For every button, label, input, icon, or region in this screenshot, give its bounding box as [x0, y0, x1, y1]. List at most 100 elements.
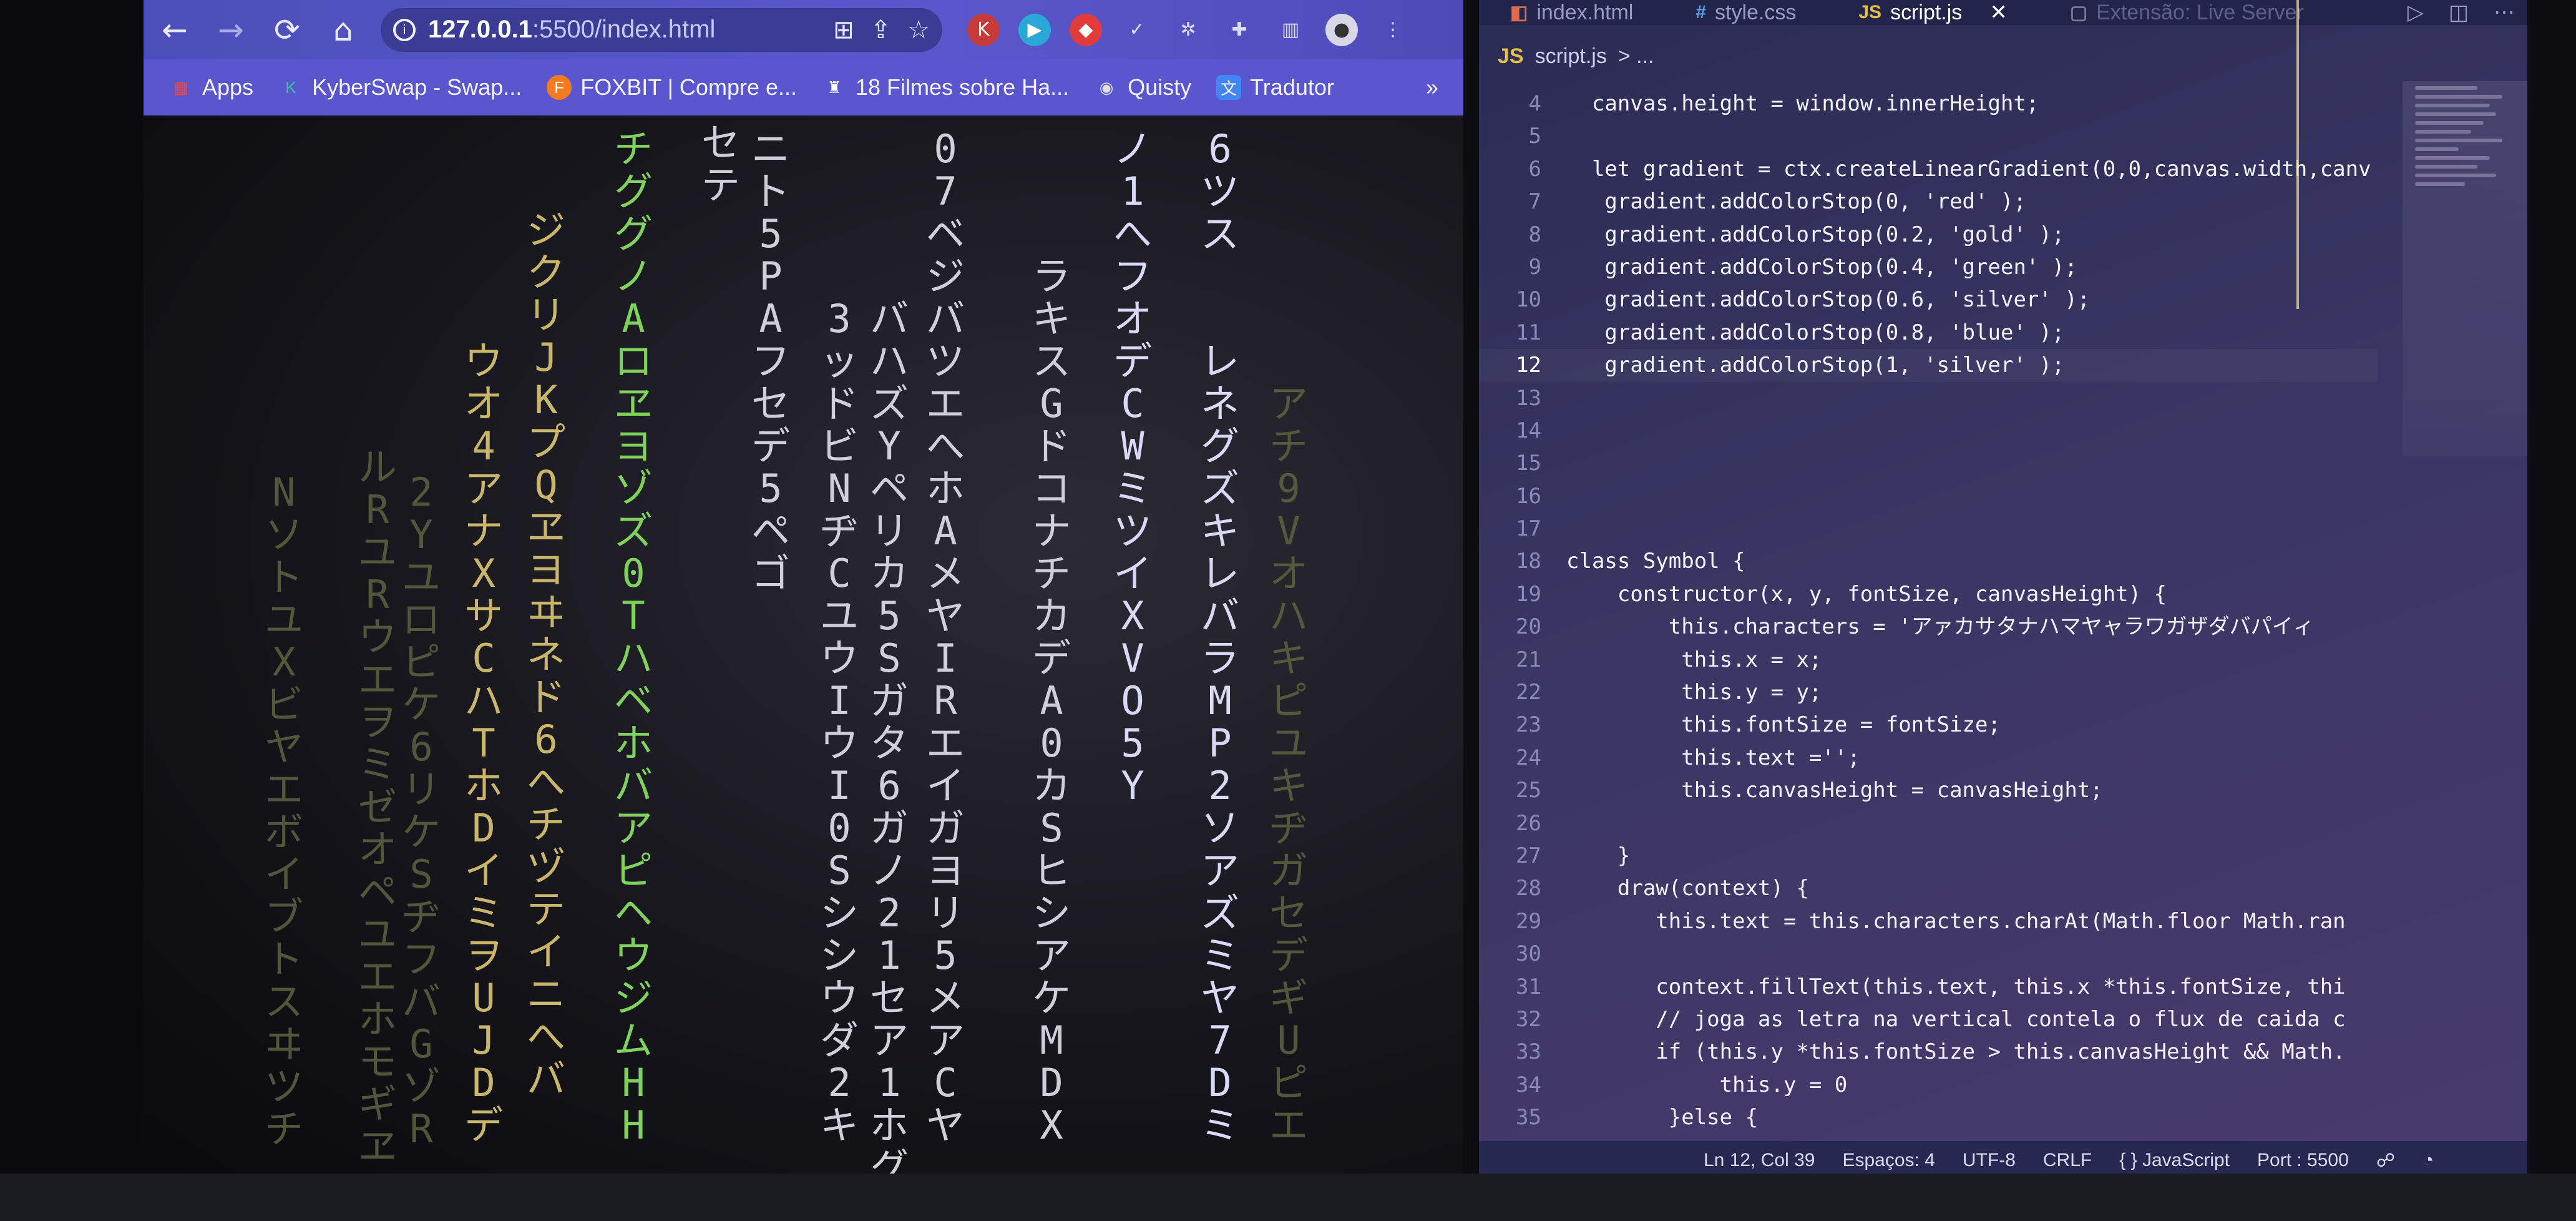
code-line[interactable]: 33 if (this.y *this.fontSize > this.canv… [1479, 1036, 2378, 1068]
breadcrumb-rest[interactable]: > ... [1618, 44, 1654, 69]
extension-shield-icon[interactable]: ◆ [1070, 13, 1102, 46]
run-icon[interactable]: ▷ [2395, 0, 2436, 25]
extension-check-icon[interactable]: ✓ [1121, 14, 1153, 46]
code-line[interactable]: 35 }else { [1479, 1101, 2378, 1134]
line-number: 21 [1516, 647, 1541, 672]
close-tab-icon[interactable]: ✕ [1989, 0, 2008, 25]
site-info-icon[interactable]: i [393, 18, 416, 41]
code-text: } [1566, 843, 1631, 868]
code-line[interactable]: 10 gradient.addColorStop(0.6, 'silver' )… [1479, 283, 2378, 316]
code-line[interactable]: 11 gradient.addColorStop(0.8, 'blue' ); [1479, 316, 2378, 349]
bookmark-apps[interactable]: ▦ Apps [168, 74, 253, 101]
indentation[interactable]: Espaços: 4 [1842, 1150, 1934, 1171]
bookmark-filmes[interactable]: ♜ 18 Filmes sobre Ha... [822, 74, 1069, 101]
bookmark-foxbit[interactable]: F FOXBIT | Compre e... [547, 74, 797, 101]
tab-style-css[interactable]: # style.css [1664, 1, 1827, 25]
apps-grid-icon: ▦ [173, 77, 189, 97]
bookmark-quisty[interactable]: ◉ Quisty [1094, 74, 1191, 101]
code-line[interactable]: 31 context.fillText(this.text, this.x *t… [1479, 971, 2378, 1003]
code-line[interactable]: 21 this.x = x; [1479, 644, 2378, 676]
profile-avatar[interactable]: ● [1325, 13, 1358, 46]
breadcrumb-file[interactable]: script.js [1535, 44, 1607, 69]
extensions-puzzle-icon[interactable]: ✚ [1223, 14, 1256, 46]
code-line[interactable]: 19 constructor(x, y, fontSize, canvasHei… [1479, 578, 2378, 610]
line-number: 25 [1516, 778, 1541, 803]
code-line[interactable]: 28 draw(context) { [1479, 872, 2378, 905]
code-line[interactable]: 14 [1479, 414, 2378, 447]
bookmark-kyberswap[interactable]: K KyberSwap - Swap... [278, 74, 522, 101]
translate-page-icon[interactable]: ⊞ [833, 16, 854, 44]
code-line[interactable]: 8 gradient.addColorStop(0.2, 'gold' ); [1479, 218, 2378, 251]
code-line[interactable]: 27 } [1479, 840, 2378, 872]
code-line[interactable]: 13 [1479, 382, 2378, 414]
code-line[interactable]: 30 [1479, 938, 2378, 970]
language-mode[interactable]: { } JavaScript [2119, 1150, 2230, 1171]
code-line[interactable]: 20 this.characters = 'アァカサタナハマヤャラワガザダバパイ… [1479, 610, 2378, 643]
notifications-bell-icon[interactable]: ◔ [2422, 1150, 2434, 1171]
code-line[interactable]: 34 this.y = 0 [1479, 1069, 2378, 1101]
code-line[interactable]: 6 let gradient = ctx.createLinearGradien… [1479, 153, 2378, 185]
code-line[interactable]: 23 this.fontSize = fontSize; [1479, 709, 2378, 741]
line-endings[interactable]: CRLF [2043, 1150, 2092, 1171]
code-line[interactable]: 26 [1479, 807, 2378, 840]
code-line[interactable]: 24 this.text =''; [1479, 742, 2378, 774]
code-line[interactable]: 9 gradient.addColorStop(0.4, 'green' ); [1479, 251, 2378, 283]
extension-k-icon[interactable]: K [967, 13, 1000, 46]
bookmark-star-icon[interactable]: ☆ [907, 16, 930, 44]
feedback-icon[interactable]: ☍ [2376, 1150, 2395, 1172]
code-line[interactable]: 18 class Symbol { [1479, 545, 2378, 577]
back-arrow-icon[interactable]: ← [150, 5, 200, 55]
extension-play-icon[interactable]: ▶ [1018, 13, 1051, 46]
line-number: 6 [1528, 156, 1541, 182]
extension-gear-icon[interactable]: ✲ [1172, 14, 1204, 46]
minimap[interactable] [2403, 81, 2527, 456]
browser-menu-icon[interactable]: ⋮ [1377, 14, 1409, 46]
code-line[interactable]: 7 gradient.addColorStop(0, 'red' ); [1479, 185, 2378, 218]
code-line[interactable]: 32 // joga as letra na vertical contela … [1479, 1003, 2378, 1036]
code-area[interactable]: 4 canvas.height = window.innerHeight; 5 6 … [1479, 87, 2378, 1136]
home-icon[interactable]: ⌂ [318, 5, 368, 55]
matrix-column: ノ 1 へ フ オ デ C W ミ ツ イ X V O 5 Y [1113, 126, 1152, 808]
live-server-port[interactable]: Port : 5500 [2257, 1150, 2349, 1171]
code-line[interactable]: 5 [1479, 120, 2378, 152]
editor-tabs: ◧ index.html # style.css JS script.js ✕ ▢ Ext… [1479, 0, 2527, 25]
code-line[interactable]: 17 [1479, 512, 2378, 545]
reload-icon[interactable]: ⟳ [262, 5, 312, 55]
code-line[interactable]: 4 canvas.height = window.innerHeight; [1479, 87, 2378, 120]
code-text: if (this.y *this.fontSize > this.canvasH… [1566, 1039, 2346, 1065]
scroll-indicator[interactable] [2296, 0, 2299, 309]
cursor-position[interactable]: Ln 12, Col 39 [1704, 1150, 1815, 1171]
code-line[interactable]: 16 [1479, 480, 2378, 512]
tab-script-js[interactable]: JS script.js ✕ [1827, 0, 2038, 25]
code-text: this.y = 0 [1566, 1072, 1848, 1097]
browser-window: ← → ⟳ ⌂ i 127.0.0.1:5500/index.html ⊞ ⇪ … [144, 0, 1463, 1174]
bookmark-label: FOXBIT | Compre e... [580, 74, 797, 100]
address-bar[interactable]: i 127.0.0.1:5500/index.html ⊞ ⇪ ☆ [381, 7, 942, 52]
side-panel-icon[interactable]: ▥ [1274, 14, 1307, 46]
code-line[interactable]: 22 this.y = y; [1479, 676, 2378, 709]
matrix-column: 2 Y ユ ロ ピ ケ 6 リ ケ S ヂ フ バ G ゾ R [401, 469, 441, 1152]
code-line[interactable]: 29 this.text = this.characters.charAt(Ma… [1479, 905, 2378, 938]
line-number: 27 [1516, 843, 1541, 868]
forward-arrow-icon[interactable]: → [206, 5, 256, 55]
more-actions-icon[interactable]: ⋯ [2481, 0, 2527, 25]
bookmark-label: 18 Filmes sobre Ha... [856, 74, 1070, 100]
matrix-column: バ ハ ズ Y ペ リ カ 5 S ガ タ 6 ガ ノ 2 1 セ ア 1 ホ … [869, 296, 909, 1174]
bookmark-tradutor[interactable]: 文 Tradutor [1216, 74, 1334, 101]
translate-icon: 文 [1216, 75, 1242, 100]
code-line[interactable]: 25 this.canvasHeight = canvasHeight; [1479, 774, 2378, 807]
encoding[interactable]: UTF-8 [1963, 1150, 2016, 1171]
share-icon[interactable]: ⇪ [871, 16, 892, 44]
code-text: class Symbol { [1566, 549, 1745, 574]
code-line[interactable]: 15 [1479, 447, 2378, 479]
code-text: gradient.addColorStop(1, 'silver' ); [1566, 353, 2065, 378]
line-number: 9 [1528, 254, 1541, 280]
line-number: 32 [1516, 1006, 1541, 1032]
code-text: this.characters = 'アァカサタナハマヤャラワガザダバパイィ [1566, 614, 2315, 640]
tab-label: index.html [1536, 0, 1634, 24]
bookmarks-overflow-icon[interactable]: » [1426, 74, 1438, 101]
tab-extension[interactable]: ▢ Extensão: Live Server [2039, 1, 2335, 25]
tab-index-html[interactable]: ◧ index.html [1479, 1, 1664, 25]
code-line[interactable]: 12 gradient.addColorStop(1, 'silver' ); [1479, 349, 2378, 382]
split-editor-icon[interactable]: ◫ [2436, 0, 2481, 25]
